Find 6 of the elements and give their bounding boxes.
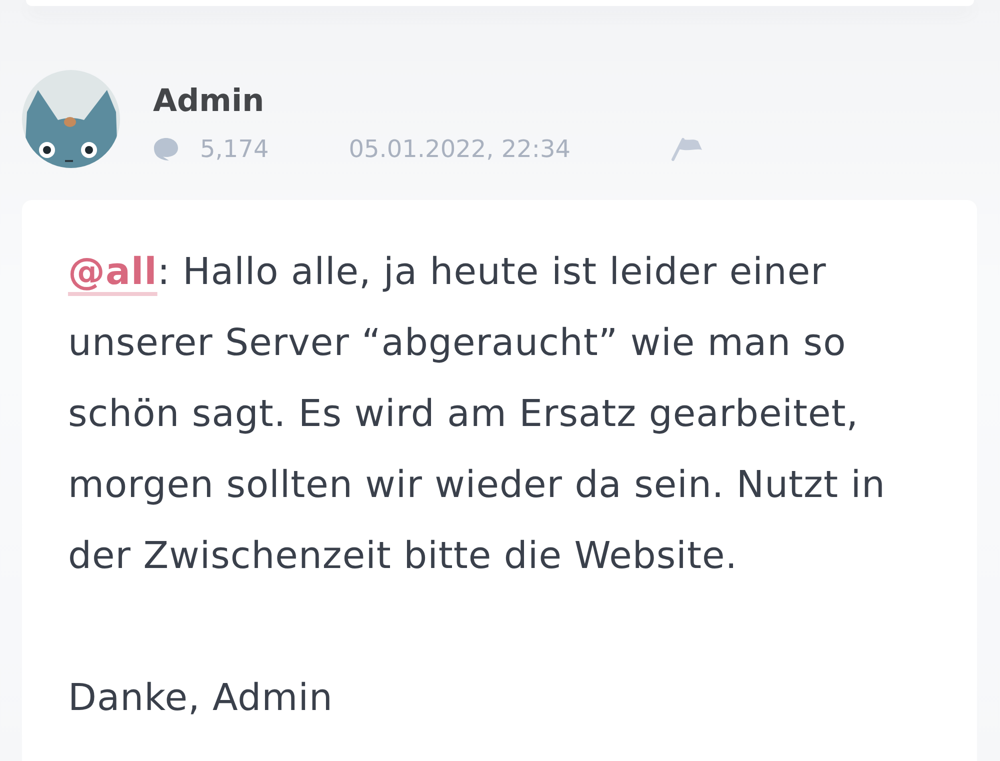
- author-name-link[interactable]: Admin: [153, 82, 264, 120]
- speech-bubble-icon: [153, 137, 179, 161]
- post-timestamp: 05.01.2022, 22:34: [348, 134, 571, 164]
- post-count: 5,174: [200, 134, 269, 164]
- post-text: Danke, Admin: [68, 675, 334, 721]
- post-text: @all: Hallo alle, ja heute ist leider einer unserer Server “abgeraucht” wie man so schön sagt. Es wird am Ersatz gearbeitet, morgen sollten wir wieder da sein. Nutzt in der Zwischenzeit bitte die Website.: [68, 249, 886, 579]
